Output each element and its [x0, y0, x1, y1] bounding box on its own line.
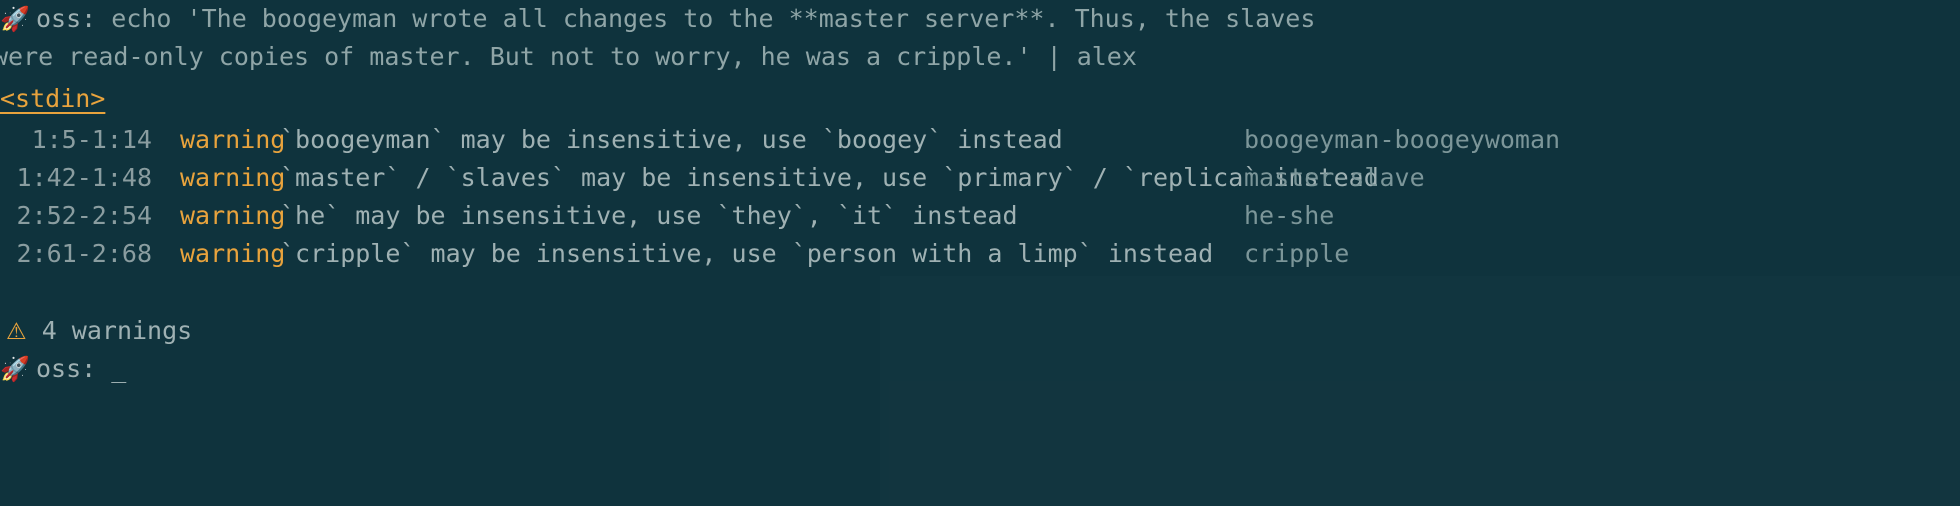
- row-position: 2:61-2:68: [16, 239, 152, 268]
- row-severity: warning: [180, 201, 286, 230]
- row-position: 1:42-1:48: [16, 163, 152, 192]
- row-position: 2:52-2:54: [16, 201, 152, 230]
- row-rule: cripple: [1244, 239, 1350, 268]
- summary-line: ⚠ 4 warnings: [6, 312, 192, 350]
- command-line-wrapped: were read-only copies of master. But not…: [0, 38, 1137, 76]
- command-text-body: echo 'The boogeyman wrote all changes to…: [111, 4, 1316, 33]
- summary-text: [27, 316, 42, 345]
- row-message: `cripple` may be insensitive, use `perso…: [280, 239, 1214, 268]
- row-message: `he` may be insensitive, use `they`, `it…: [280, 201, 1018, 230]
- prompt-label: oss:: [36, 354, 97, 383]
- rocket-icon: 🚀: [0, 5, 30, 33]
- row-position: 1:5-1:14: [31, 125, 152, 154]
- row-severity: warning: [180, 125, 286, 154]
- cursor-glyph: _: [111, 354, 127, 383]
- warning-triangle-icon: ⚠: [6, 319, 27, 345]
- table-row: 1:5-1:14 warning`boogeyman` may be insens…: [0, 121, 1063, 159]
- prompt-label: oss:: [36, 4, 97, 33]
- row-message: `master` / `slaves` may be insensitive, …: [280, 163, 1379, 192]
- cursor: [96, 354, 111, 383]
- table-row: 2:52-2:54 warning`he` may be insensitive,…: [0, 197, 1018, 235]
- row-severity: warning: [180, 239, 286, 268]
- table-row: 1:42-1:48 warning`master` / `slaves` may …: [0, 159, 1379, 197]
- command-wrap-text: were read-only copies of master. But not…: [0, 42, 1137, 71]
- command-text: [96, 4, 111, 33]
- prompt-line[interactable]: 🚀 oss: _: [0, 350, 126, 388]
- report-filename[interactable]: <stdin>: [0, 84, 105, 113]
- row-message: `boogeyman` may be insensitive, use `boo…: [280, 125, 1063, 154]
- rocket-icon: 🚀: [0, 355, 30, 383]
- row-rule: he-she: [1244, 201, 1335, 230]
- row-severity: warning: [180, 163, 286, 192]
- summary-count-text: 4 warnings: [41, 316, 193, 345]
- row-rule: boogeyman-boogeywoman: [1244, 125, 1561, 154]
- table-row: 2:61-2:68 warning`cripple` may be insensi…: [0, 235, 1214, 273]
- command-line-first: 🚀 oss: echo 'The boogeyman wrote all chan…: [0, 0, 1315, 38]
- row-rule: master-slave: [1244, 163, 1425, 192]
- terminal-window[interactable]: 🚀 oss: echo 'The boogeyman wrote all chan…: [0, 0, 1960, 506]
- report-filename-line[interactable]: <stdin>: [0, 80, 105, 118]
